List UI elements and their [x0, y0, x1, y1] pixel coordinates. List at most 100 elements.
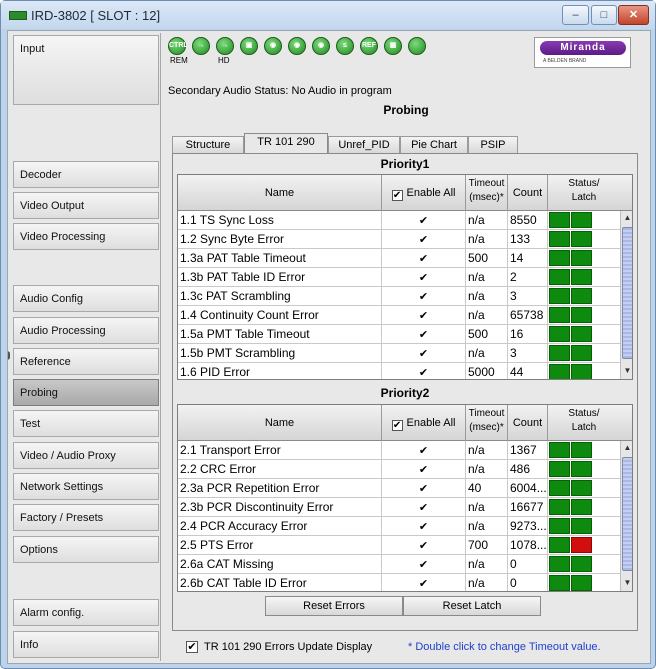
arrow-right-icon[interactable]: →	[192, 37, 210, 55]
scroll-up-icon[interactable]: ▲	[621, 441, 632, 455]
reset-latch-button[interactable]: Reset Latch	[403, 596, 541, 616]
sidebar-item-factory-presets[interactable]: Factory / Presets	[13, 504, 159, 531]
sidebar-item-decoder[interactable]: Decoder	[13, 161, 159, 188]
table-row[interactable]: 2.3b PCR Discontinuity Error ✔ n/a 16677	[178, 498, 620, 517]
enable-checkbox[interactable]: ✔	[418, 368, 429, 379]
enable-checkbox[interactable]: ✔	[418, 484, 429, 495]
scroll-thumb[interactable]	[622, 457, 632, 571]
scroll-down-icon[interactable]: ▼	[621, 576, 632, 590]
enable-checkbox[interactable]: ✔	[418, 235, 429, 246]
table-row[interactable]: 1.1 TS Sync Loss ✔ n/a 8550	[178, 211, 620, 230]
enable-checkbox[interactable]: ✔	[418, 254, 429, 265]
enable-checkbox[interactable]: ✔	[418, 349, 429, 360]
enable-checkbox[interactable]: ✔	[418, 216, 429, 227]
enable-checkbox[interactable]: ✔	[418, 311, 429, 322]
audio-icon-2[interactable]: ◉	[288, 37, 306, 55]
enable-all-checkbox[interactable]: ✔	[391, 190, 403, 201]
row-timeout[interactable]: 500	[466, 249, 508, 268]
maximize-button[interactable]: □	[591, 5, 617, 25]
ctrl-icon[interactable]: CTRL	[168, 37, 188, 55]
sidebar-item-audio-config[interactable]: Audio Config	[13, 285, 159, 312]
sidebar-item-input[interactable]: Input	[13, 35, 159, 105]
sidebar-item-options[interactable]: Options	[13, 536, 159, 563]
enable-all-checkbox[interactable]: ✔	[391, 420, 403, 431]
sidebar-item-reference[interactable]: Reference	[13, 348, 159, 375]
row-timeout[interactable]: n/a	[466, 306, 508, 325]
display-icon[interactable]: ▦	[384, 37, 402, 55]
header-name[interactable]: Name	[178, 405, 382, 441]
table-row[interactable]: 1.3b PAT Table ID Error ✔ n/a 2	[178, 268, 620, 287]
enable-checkbox[interactable]: ✔	[418, 579, 429, 590]
row-timeout[interactable]: 500	[466, 325, 508, 344]
table-row[interactable]: 1.4 Continuity Count Error ✔ n/a 65738	[178, 306, 620, 325]
table-row[interactable]: 2.2 CRC Error ✔ n/a 486	[178, 460, 620, 479]
header-timeout[interactable]: Timeout (msec)*	[466, 175, 508, 211]
enable-checkbox[interactable]: ✔	[418, 330, 429, 341]
audio-lock-icon[interactable]: ◉	[312, 37, 330, 55]
ref-icon[interactable]: REF	[360, 37, 378, 55]
row-timeout[interactable]: n/a	[466, 555, 508, 574]
sidebar-item-info[interactable]: Info	[13, 631, 159, 658]
sidebar-item-audio-processing[interactable]: Audio Processing	[13, 317, 159, 344]
row-timeout[interactable]: n/a	[466, 268, 508, 287]
arrow-right-icon-2[interactable]: →	[216, 37, 234, 55]
row-timeout[interactable]: n/a	[466, 460, 508, 479]
sidebar-item-video-audio-proxy[interactable]: Video / Audio Proxy	[13, 442, 159, 469]
table-row[interactable]: 2.6b CAT Table ID Error ✔ n/a 0	[178, 574, 620, 591]
tab-pie-chart[interactable]: Pie Chart	[400, 136, 468, 153]
tab-psip[interactable]: PSIP	[468, 136, 518, 153]
scroll-down-icon[interactable]: ▼	[621, 364, 632, 378]
header-enable-all[interactable]: ✔ Enable All	[382, 405, 466, 441]
table-row[interactable]: 1.2 Sync Byte Error ✔ n/a 133	[178, 230, 620, 249]
enable-checkbox[interactable]: ✔	[418, 541, 429, 552]
priority1-scrollbar[interactable]: ▲ ▼	[620, 211, 632, 379]
enable-checkbox[interactable]: ✔	[418, 503, 429, 514]
scroll-thumb[interactable]	[622, 227, 632, 359]
header-count[interactable]: Count	[508, 405, 548, 441]
table-row[interactable]: 2.3a PCR Repetition Error ✔ 40 6004...	[178, 479, 620, 498]
header-timeout[interactable]: Timeout (msec)*	[466, 405, 508, 441]
table-row[interactable]: 1.5a PMT Table Timeout ✔ 500 16	[178, 325, 620, 344]
status-led-icon[interactable]	[408, 37, 426, 55]
header-count[interactable]: Count	[508, 175, 548, 211]
video-icon[interactable]: ▣	[240, 37, 258, 55]
sidebar-item-test[interactable]: Test	[13, 410, 159, 437]
scroll-up-icon[interactable]: ▲	[621, 211, 632, 225]
title-bar[interactable]: IRD-3802 [ SLOT : 12] – □ ✕	[1, 1, 655, 29]
sidebar-item-alarm-config[interactable]: Alarm config.	[13, 599, 159, 626]
tab-unref-pid[interactable]: Unref_PID	[328, 136, 400, 153]
table-row[interactable]: 2.1 Transport Error ✔ n/a 1367	[178, 441, 620, 460]
audio-icon[interactable]: ◉	[264, 37, 282, 55]
row-timeout[interactable]: n/a	[466, 441, 508, 460]
enable-checkbox[interactable]: ✔	[418, 273, 429, 284]
table-row[interactable]: 1.3a PAT Table Timeout ✔ 500 14	[178, 249, 620, 268]
row-timeout[interactable]: n/a	[466, 344, 508, 363]
enable-checkbox[interactable]: ✔	[418, 560, 429, 571]
row-timeout[interactable]: n/a	[466, 287, 508, 306]
less-icon[interactable]: ≤	[336, 37, 354, 55]
tab-tr-101-290[interactable]: TR 101 290	[244, 133, 328, 154]
table-row[interactable]: 2.6a CAT Missing ✔ n/a 0	[178, 555, 620, 574]
table-row[interactable]: 1.5b PMT Scrambling ✔ n/a 3	[178, 344, 620, 363]
row-timeout[interactable]: n/a	[466, 230, 508, 249]
enable-checkbox[interactable]: ✔	[418, 522, 429, 533]
sidebar-item-video-processing[interactable]: Video Processing	[13, 223, 159, 250]
enable-checkbox[interactable]: ✔	[418, 465, 429, 476]
table-row[interactable]: 2.5 PTS Error ✔ 700 1078...	[178, 536, 620, 555]
header-status-latch[interactable]: Status/Latch	[548, 175, 620, 211]
enable-checkbox[interactable]: ✔	[418, 446, 429, 457]
priority2-scrollbar[interactable]: ▲ ▼	[620, 441, 632, 591]
table-row[interactable]: 1.3c PAT Scrambling ✔ n/a 3	[178, 287, 620, 306]
row-timeout[interactable]: n/a	[466, 517, 508, 536]
minimize-button[interactable]: –	[562, 5, 589, 25]
header-status-latch[interactable]: Status/Latch	[548, 405, 620, 441]
row-timeout[interactable]: 700	[466, 536, 508, 555]
row-timeout[interactable]: n/a	[466, 498, 508, 517]
reset-errors-button[interactable]: Reset Errors	[265, 596, 403, 616]
header-enable-all[interactable]: ✔ Enable All	[382, 175, 466, 211]
header-name[interactable]: Name	[178, 175, 382, 211]
table-row[interactable]: 1.6 PID Error ✔ 5000 44	[178, 363, 620, 379]
row-timeout[interactable]: 5000	[466, 363, 508, 379]
sidebar-item-video-output[interactable]: Video Output	[13, 192, 159, 219]
update-display-label[interactable]: TR 101 290 Errors Update Display	[204, 641, 372, 653]
